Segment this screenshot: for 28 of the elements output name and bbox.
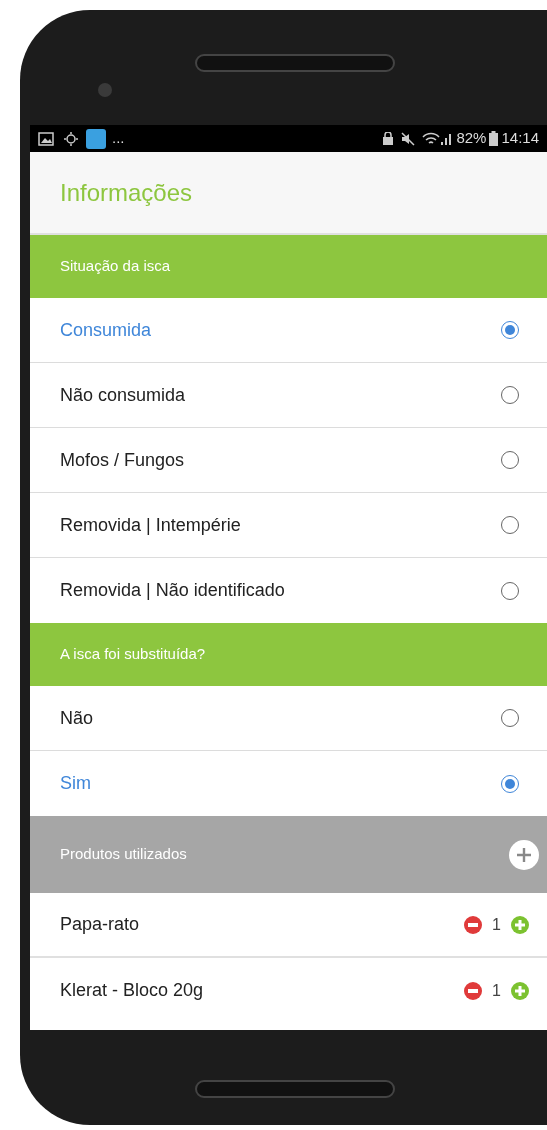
signal-icon (440, 131, 453, 146)
battery-icon (489, 131, 499, 146)
product-quantity: 1 (492, 980, 501, 1001)
minus-icon (468, 922, 479, 927)
decrease-button[interactable] (464, 915, 483, 934)
plus-icon (515, 919, 525, 930)
battery-percent: 82% (456, 128, 487, 149)
sun-icon (62, 130, 80, 147)
minus-icon (468, 988, 479, 993)
app-icon (86, 128, 106, 149)
product-name: Papa-rato (60, 913, 141, 936)
plus-icon (515, 985, 525, 996)
page-title: Informações (60, 177, 193, 208)
clock: 14:14 (501, 128, 539, 149)
section-title: Produtos utilizados (60, 844, 187, 865)
section-title: Situação da isca (60, 256, 171, 277)
plus-icon (516, 846, 532, 863)
lock-icon (382, 131, 395, 146)
wifi-icon (422, 131, 441, 146)
camera-icon (98, 83, 112, 97)
mute-icon (400, 131, 417, 146)
section-title: A isca foi substituída? (60, 644, 206, 665)
product-name: Klerat - Bloco 20g (60, 979, 205, 1002)
decrease-button[interactable] (464, 981, 483, 1000)
image-icon (38, 131, 54, 146)
add-product-button[interactable] (509, 839, 539, 870)
product-quantity: 1 (492, 914, 501, 935)
notification-overflow: ... (112, 128, 125, 149)
